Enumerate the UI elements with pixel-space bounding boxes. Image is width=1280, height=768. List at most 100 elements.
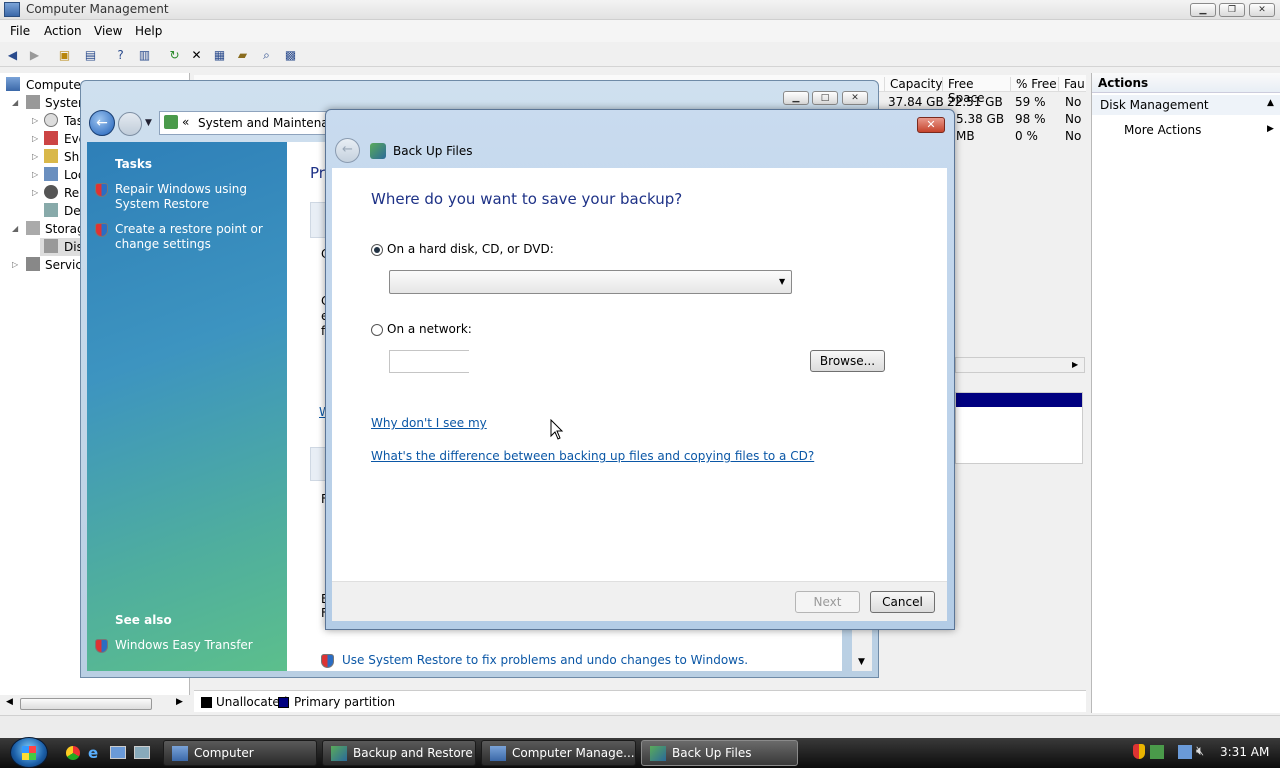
start-button[interactable]: [10, 737, 48, 768]
computer-management-icon: [4, 2, 20, 17]
cp-close-button[interactable]: ✕: [842, 91, 868, 105]
show-hide-action-pane-icon[interactable]: ▥: [136, 47, 153, 64]
tasks-header: Tasks: [115, 157, 153, 171]
network-path-field[interactable]: [389, 350, 469, 373]
expand-arrow-icon[interactable]: ▷: [32, 188, 42, 197]
expand-arrow-icon[interactable]: ▷: [12, 260, 22, 269]
cell-free-space: 22.51 GB: [947, 95, 1003, 109]
volume-list-scrollbar[interactable]: ▶: [955, 357, 1085, 373]
recent-pages-dropdown-icon[interactable]: ▼: [145, 118, 152, 128]
see-also-windows-easy-transfer[interactable]: Windows Easy Transfer: [115, 638, 253, 653]
help-icon[interactable]: ?: [112, 47, 129, 64]
tree-item-disk-management[interactable]: Dis: [40, 238, 83, 256]
scroll-down-icon[interactable]: ▼: [858, 657, 865, 667]
backup-vs-copy-link[interactable]: What's the difference between backing up…: [371, 449, 814, 463]
label-hard-disk[interactable]: On a hard disk, CD, or DVD:: [387, 242, 554, 256]
expand-arrow-icon[interactable]: ▷: [32, 152, 42, 161]
dialog-body: Where do you want to save your backup? O…: [332, 168, 947, 581]
expand-arrow-icon[interactable]: ▷: [32, 134, 42, 143]
cancel-button[interactable]: Cancel: [870, 591, 935, 613]
cp-minimize-button[interactable]: ▁: [783, 91, 809, 105]
expand-arrow-icon[interactable]: ▷: [32, 170, 42, 179]
refresh-icon[interactable]: ↻: [166, 47, 183, 64]
network-icon[interactable]: [1178, 745, 1192, 759]
security-shield-icon[interactable]: [1133, 744, 1145, 759]
label-network[interactable]: On a network:: [387, 322, 472, 336]
menu-help[interactable]: Help: [135, 24, 162, 38]
minimize-button[interactable]: ▁: [1190, 3, 1216, 17]
close-button[interactable]: ✕: [1249, 3, 1275, 17]
scroll-thumb[interactable]: [20, 698, 152, 710]
browse-button[interactable]: Browse...: [810, 350, 885, 372]
tree-horizontal-scrollbar[interactable]: ◀ ▶: [0, 695, 190, 713]
system-restore-link[interactable]: Use System Restore to fix problems and u…: [342, 653, 748, 667]
taskbar-button-computer[interactable]: Computer: [163, 740, 317, 766]
open-icon[interactable]: ▰: [234, 47, 251, 64]
dialog-back-button[interactable]: ←: [335, 138, 360, 163]
show-hide-tree-icon[interactable]: ▤: [82, 47, 99, 64]
back-arrow-icon[interactable]: ◀: [4, 47, 21, 64]
shared-folder-icon: [44, 149, 58, 163]
cell-free-space: MB: [956, 129, 975, 143]
collapse-up-icon[interactable]: ▲: [1267, 98, 1274, 108]
search-icon[interactable]: ⌕: [258, 47, 275, 64]
menu-action[interactable]: Action: [44, 24, 82, 38]
restore-button[interactable]: ❐: [1219, 3, 1245, 17]
device-manager-icon: [44, 203, 58, 217]
switch-windows-icon[interactable]: [134, 746, 150, 759]
task-repair-windows[interactable]: Repair Windows using System Restore: [115, 182, 280, 212]
scroll-left-icon[interactable]: ◀: [6, 697, 13, 707]
primary-partition-swatch: [278, 697, 289, 708]
system-restore-shield-icon: [321, 654, 334, 668]
internet-explorer-icon[interactable]: e: [88, 744, 98, 762]
computer-icon: [6, 77, 20, 91]
submenu-arrow-icon: ▶: [1267, 124, 1274, 134]
expand-arrow-icon[interactable]: ▷: [32, 116, 42, 125]
cp-forward-button[interactable]: [118, 112, 142, 136]
collapse-arrow-icon[interactable]: ◢: [12, 224, 22, 233]
collapse-arrow-icon[interactable]: ◢: [12, 98, 22, 107]
cp-maximize-button[interactable]: □: [812, 91, 838, 105]
disk-volume-block[interactable]: [955, 392, 1083, 464]
delete-icon[interactable]: ✕: [188, 47, 205, 64]
cp-back-button[interactable]: ←: [89, 110, 115, 136]
windows-defender-icon[interactable]: [1150, 745, 1164, 759]
cell-fault: No: [1065, 112, 1082, 126]
col-free-space[interactable]: Free Space: [942, 77, 1012, 105]
show-desktop-icon[interactable]: [110, 746, 126, 759]
actions-section-disk-management[interactable]: Disk Management ▲: [1092, 95, 1280, 115]
col-capacity[interactable]: Capacity: [884, 77, 944, 92]
dialog-close-button[interactable]: ✕: [917, 117, 945, 133]
scroll-right-icon[interactable]: ▶: [1072, 360, 1078, 369]
breadcrumb[interactable]: System and Maintenanc: [198, 116, 338, 130]
taskbar-button-computer-management[interactable]: Computer Manage...: [481, 740, 636, 766]
backup-icon: [370, 143, 386, 159]
scroll-right-icon[interactable]: ▶: [176, 697, 183, 707]
taskbar-button-back-up-files[interactable]: Back Up Files: [641, 740, 798, 766]
cp-address-bar[interactable]: « System and Maintenanc: [159, 111, 339, 135]
menu-file[interactable]: File: [10, 24, 30, 38]
col-fault-tolerance[interactable]: Fau: [1058, 77, 1086, 92]
why-dont-i-see-link[interactable]: Why don't I see my: [371, 416, 487, 430]
next-button[interactable]: Next: [795, 591, 860, 613]
toolbar: ◀ ▶ ▣ ▤ ? ▥ ↻ ✕ ▦ ▰ ⌕ ▩: [0, 43, 1280, 67]
taskbar-button-backup-restore[interactable]: Backup and Restore ...: [322, 740, 476, 768]
settings-icon[interactable]: ▩: [282, 47, 299, 64]
actions-title: Actions: [1098, 76, 1149, 90]
volume-muted-icon[interactable]: 🔇︎: [1196, 744, 1204, 759]
properties-icon[interactable]: ▦: [211, 47, 228, 64]
menu-view[interactable]: View: [94, 24, 122, 38]
windows-logo-icon: [22, 746, 36, 760]
backup-location-select[interactable]: ▼: [389, 270, 792, 294]
up-folder-icon[interactable]: ▣: [56, 47, 73, 64]
clock-icon: [44, 113, 58, 127]
radio-hard-disk[interactable]: [371, 244, 383, 256]
task-create-restore-point[interactable]: Create a restore point or change setting…: [115, 222, 280, 252]
more-actions-link[interactable]: More Actions: [1124, 123, 1201, 137]
forward-arrow-icon[interactable]: ▶: [26, 47, 43, 64]
menu-bar: File Action View Help: [0, 20, 1280, 42]
chrome-icon[interactable]: [66, 746, 80, 760]
tools-icon: [26, 95, 40, 109]
radio-network[interactable]: [371, 324, 383, 336]
clock[interactable]: 3:31 AM: [1220, 745, 1269, 759]
